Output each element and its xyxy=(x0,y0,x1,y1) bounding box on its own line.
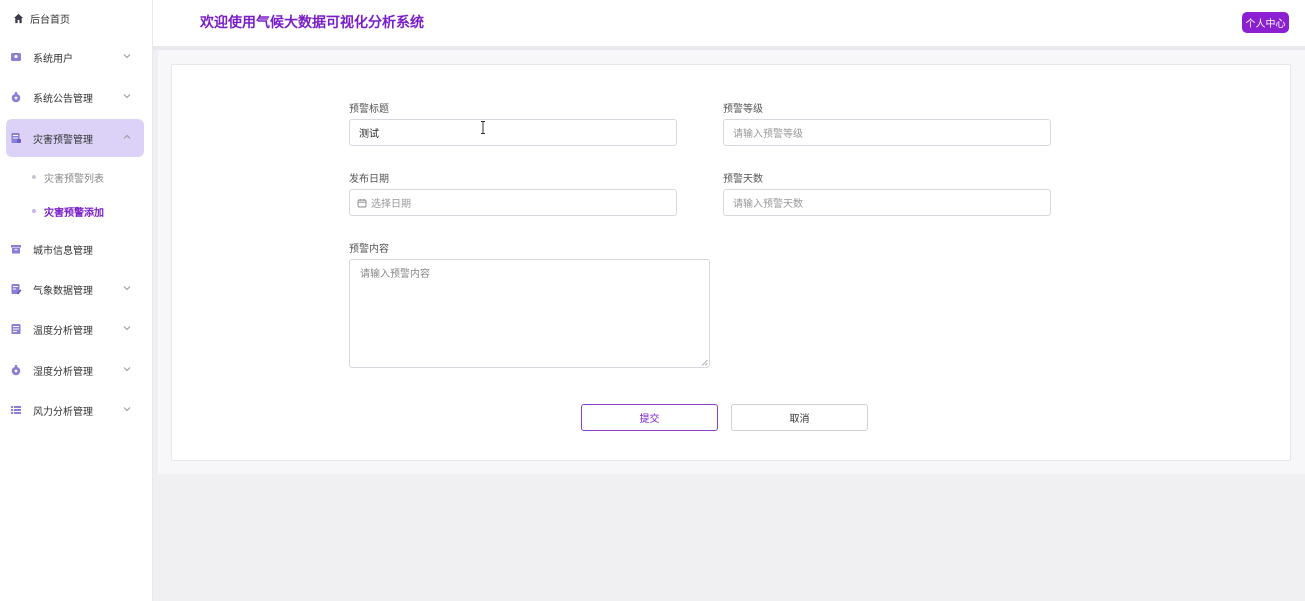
sidebar-subitem-warning-list[interactable]: 灾害预警列表 xyxy=(32,169,104,185)
sidebar-item-system-users[interactable]: 系统用户 xyxy=(6,38,144,76)
bullet-dot xyxy=(32,209,36,213)
days-label: 预警天数 xyxy=(723,174,763,185)
chevron-down-icon xyxy=(123,286,131,291)
home-icon xyxy=(12,12,24,24)
sidebar-item-label: 湿度分析管理 xyxy=(33,366,93,378)
cancel-button[interactable]: 取消 xyxy=(731,404,868,431)
chevron-up-icon xyxy=(123,134,131,139)
content-placeholder: 请输入预警内容 xyxy=(360,269,430,280)
user-card-icon xyxy=(10,51,22,63)
sidebar-subitem-label: 灾害预警添加 xyxy=(44,207,104,219)
chevron-down-icon xyxy=(123,407,131,412)
sidebar-item-city-info[interactable]: 城市信息管理 xyxy=(6,230,144,268)
sidebar-item-label: 温度分析管理 xyxy=(33,325,93,337)
flask-icon xyxy=(10,364,22,376)
document-list-icon xyxy=(10,132,22,144)
bullet-dot xyxy=(32,175,36,179)
sidebar-item-wind-analysis[interactable]: 风力分析管理 xyxy=(6,391,144,429)
page-title: 欢迎使用气候大数据可视化分析系统 xyxy=(200,15,424,31)
sidebar-item-weather-data[interactable]: 气象数据管理 xyxy=(6,270,144,308)
resize-grip-icon[interactable] xyxy=(701,359,708,366)
chevron-down-icon xyxy=(123,54,131,59)
sidebar-item-temperature-analysis[interactable]: 温度分析管理 xyxy=(6,310,144,348)
sidebar-item-label: 灾害预警管理 xyxy=(33,134,93,146)
chevron-down-icon xyxy=(123,326,131,331)
sidebar-item-label: 系统公告管理 xyxy=(33,93,93,105)
sidebar-item-label: 城市信息管理 xyxy=(33,245,93,257)
document-icon xyxy=(10,323,22,335)
sidebar-item-label: 风力分析管理 xyxy=(33,406,93,418)
date-placeholder: 选择日期 xyxy=(371,199,411,210)
sidebar-item-disaster-warning[interactable]: 灾害预警管理 xyxy=(6,119,144,157)
content-label: 预警内容 xyxy=(349,244,389,255)
sidebar-subitem-warning-add[interactable]: 灾害预警添加 xyxy=(32,203,104,219)
level-input[interactable]: 请输入预警等级 xyxy=(723,119,1051,146)
title-label: 预警标题 xyxy=(349,104,389,115)
content-textarea[interactable]: 请输入预警内容 xyxy=(349,259,710,368)
calendar-icon xyxy=(357,198,367,208)
sidebar: 后台首页 系统用户 系统公告管理 灾害预警管理 灾害预警列表 灾害预警添加 城市… xyxy=(0,0,153,601)
title-input[interactable]: 测试 xyxy=(349,119,677,146)
level-label: 预警等级 xyxy=(723,104,763,115)
edit-document-icon xyxy=(10,283,22,295)
sidebar-item-humidity-analysis[interactable]: 湿度分析管理 xyxy=(6,351,144,389)
chevron-down-icon xyxy=(123,94,131,99)
chevron-down-icon xyxy=(123,367,131,372)
flask-icon xyxy=(10,91,22,103)
archive-box-icon xyxy=(10,243,22,255)
days-input[interactable]: 请输入预警天数 xyxy=(723,189,1051,216)
top-header: 欢迎使用气候大数据可视化分析系统 个人中心 xyxy=(153,0,1305,46)
sidebar-home-link[interactable]: 后台首页 xyxy=(12,10,70,26)
sidebar-item-label: 系统用户 xyxy=(33,53,73,65)
date-label: 发布日期 xyxy=(349,174,389,185)
date-picker[interactable]: 选择日期 xyxy=(349,189,677,216)
list-icon xyxy=(10,404,22,416)
sidebar-home-label: 后台首页 xyxy=(30,14,70,26)
text-cursor-icon xyxy=(481,121,485,134)
sidebar-subitem-label: 灾害预警列表 xyxy=(44,173,104,185)
sidebar-item-label: 气象数据管理 xyxy=(33,285,93,297)
submit-button[interactable]: 提交 xyxy=(581,404,718,431)
profile-center-button[interactable]: 个人中心 xyxy=(1242,12,1289,33)
sidebar-item-announcements[interactable]: 系统公告管理 xyxy=(6,78,144,116)
